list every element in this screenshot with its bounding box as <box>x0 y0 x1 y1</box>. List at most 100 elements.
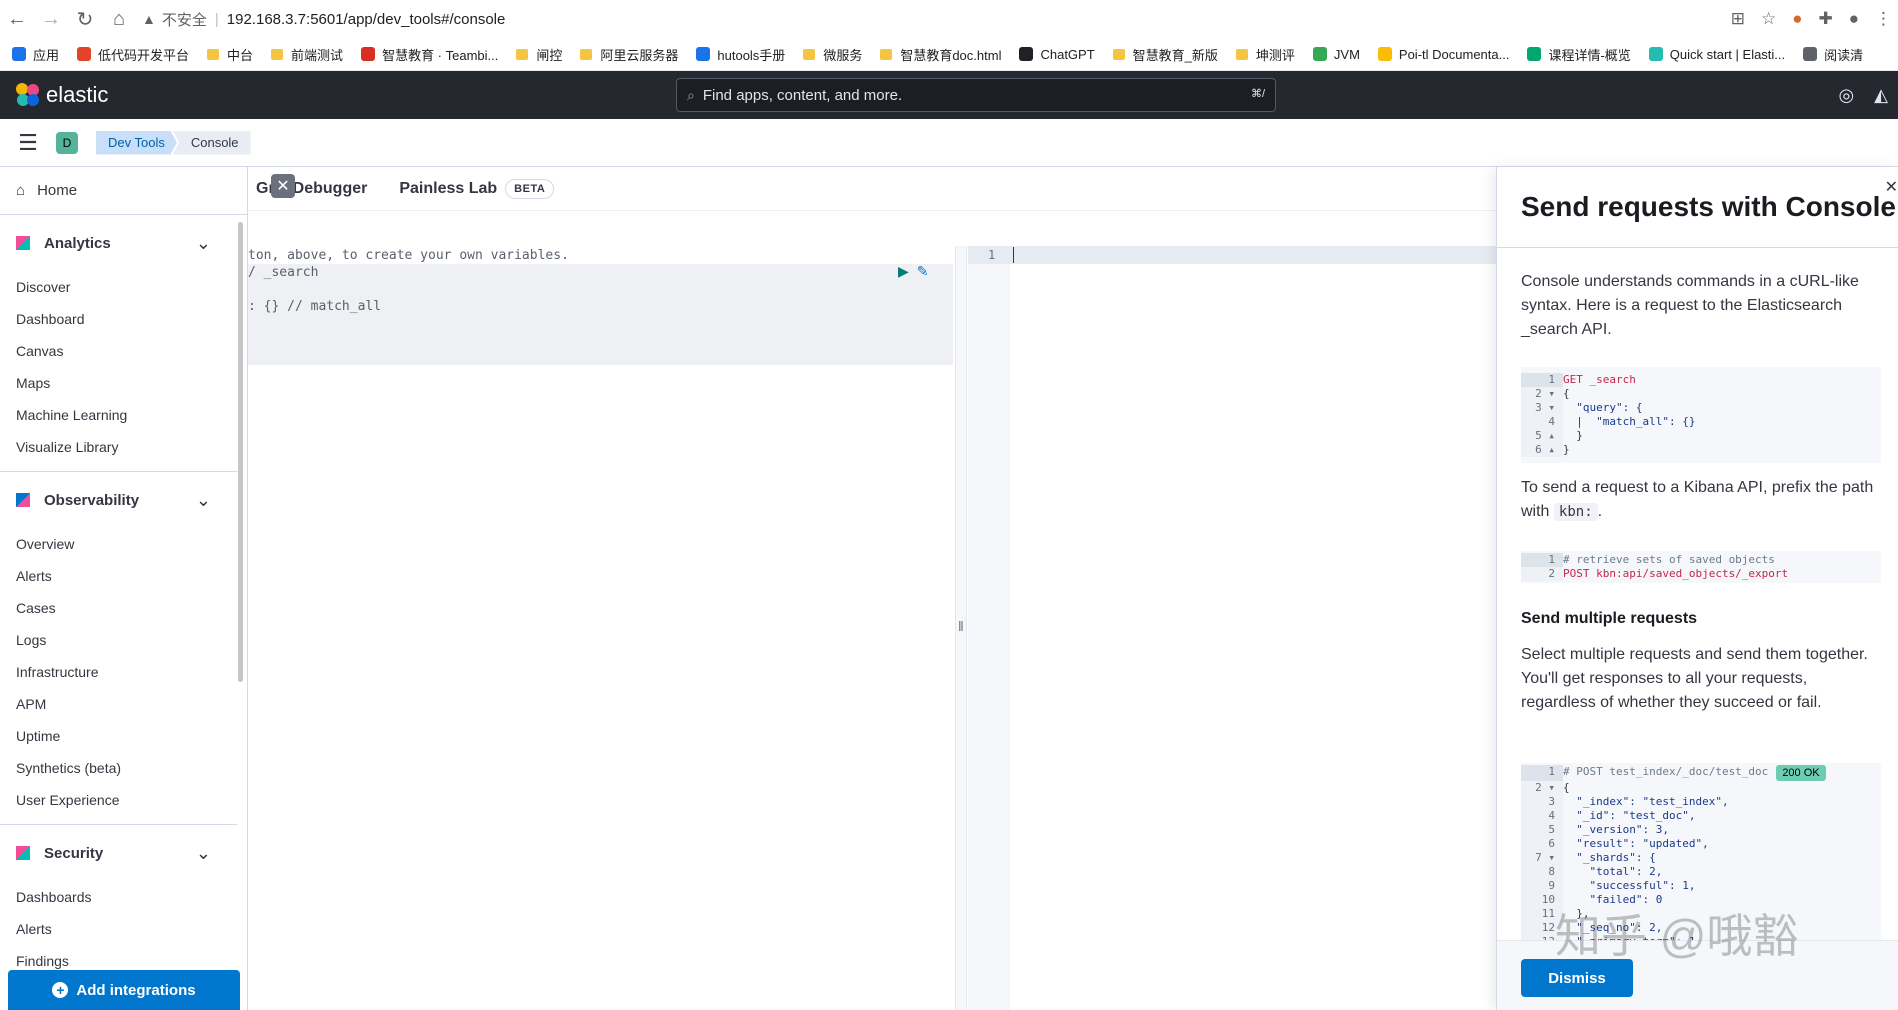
bookmark-item[interactable]: 微服务 <box>803 45 862 64</box>
gitlab-icon <box>77 47 92 61</box>
bookmark-item[interactable]: Poi-tl Documenta... <box>1377 47 1509 62</box>
translate-icon[interactable]: ⊞ <box>1731 9 1745 29</box>
sidebar-item-infrastructure[interactable]: Infrastructure <box>0 656 247 688</box>
profile-icon[interactable]: ● <box>1849 9 1859 29</box>
code-line-number: 2 ▾ <box>1521 387 1563 401</box>
close-icon[interactable]: ✕ <box>271 174 295 198</box>
bookmark-item[interactable]: JVM <box>1312 47 1360 62</box>
code-line: 8 "total": 2, <box>1521 865 1881 879</box>
url-text[interactable]: 192.168.3.7:5601/app/dev_tools#/console <box>227 11 506 28</box>
code-line-text: "_id": "test_doc", <box>1563 809 1696 822</box>
sidebar-item-maps[interactable]: Maps <box>0 367 247 399</box>
pane-resizer[interactable]: ‖ <box>955 246 967 1010</box>
back-icon[interactable]: ← <box>0 0 34 38</box>
tab-painless-lab[interactable]: Painless Lab BETA <box>399 178 555 199</box>
reload-icon[interactable]: ↻ <box>68 0 102 38</box>
bookmark-item[interactable]: 前端测试 <box>271 45 343 64</box>
sidebar-item-logs[interactable]: Logs <box>0 624 247 656</box>
folder-icon <box>1235 48 1248 60</box>
close-icon[interactable]: ✕ <box>1885 177 1898 197</box>
nav-group-security[interactable]: Security ⌄ <box>0 825 247 881</box>
watermark: 知乎 @哦豁 <box>1555 910 1799 962</box>
bookmark-item[interactable]: Quick start | Elasti... <box>1648 47 1785 62</box>
code-line-text: | "match_all": {} <box>1563 415 1696 428</box>
sidebar-item-canvas[interactable]: Canvas <box>0 335 247 367</box>
sidebar-item-overview[interactable]: Overview <box>0 528 247 560</box>
bookmark-item[interactable]: 阿里云服务器 <box>580 45 678 64</box>
sidebar-item-dashboards[interactable]: Dashboards <box>0 881 247 913</box>
dev-tools-tabs: Gr Debugger Painless Lab BETA <box>248 167 1496 211</box>
sidebar-item-user-experience[interactable]: User Experience <box>0 784 247 816</box>
code-line-text: "query": { <box>1563 401 1643 414</box>
play-icon[interactable]: ▶ <box>898 263 909 280</box>
breadcrumb-bar: ☰ D Dev Tools Console <box>0 119 1898 167</box>
bookmark-item[interactable]: 应用 <box>12 45 59 64</box>
analytics-logo-icon <box>16 236 30 250</box>
wrench-icon[interactable]: ✎ <box>917 263 929 280</box>
forward-icon[interactable]: → <box>34 0 68 38</box>
space-avatar[interactable]: D <box>56 131 78 154</box>
sidebar-item-apm[interactable]: APM <box>0 688 247 720</box>
code-line-text: "total": 2, <box>1563 865 1663 878</box>
bookmark-item[interactable]: 中台 <box>207 45 253 64</box>
bookmark-item[interactable]: 智慧教育doc.html <box>880 45 1001 64</box>
code-line-text: } <box>1563 443 1570 456</box>
home-icon[interactable]: ⌂ <box>102 0 136 38</box>
bookmark-item[interactable]: 阅读清 <box>1803 45 1863 64</box>
home-icon: ⌂ <box>16 182 26 199</box>
bookmark-item[interactable]: 智慧教育 · Teambi... <box>361 45 498 64</box>
bookmark-label: 阿里云服务器 <box>600 47 679 63</box>
hamburger-menu-icon[interactable]: ☰ <box>0 130 56 156</box>
nav-group-observability[interactable]: Observability ⌄ <box>0 472 247 528</box>
sidebar-scrollbar[interactable] <box>238 222 243 682</box>
sidebar-item-cases[interactable]: Cases <box>0 592 247 624</box>
sidebar-item-alerts[interactable]: Alerts <box>0 913 247 945</box>
code-line: 4 | "match_all": {} <box>1521 415 1881 429</box>
code-line: 2 ▾{ <box>1521 781 1881 795</box>
code-line: 9 "successful": 1, <box>1521 879 1881 893</box>
global-search-input[interactable]: ⌕ Find apps, content, and more. ⌘/ <box>676 78 1276 112</box>
bookmark-item[interactable]: 坤测评 <box>1235 45 1295 64</box>
nav-home[interactable]: ⌂ Home <box>0 167 247 215</box>
chevron-down-icon[interactable]: ⌄ <box>196 490 211 511</box>
bookmark-item[interactable]: ChatGPT <box>1019 47 1095 62</box>
chevron-down-icon[interactable]: ⌄ <box>196 233 211 254</box>
sidebar-item-visualize-library[interactable]: Visualize Library <box>0 431 247 463</box>
elastic-logo[interactable]: elastic <box>16 82 108 108</box>
sidebar-item-dashboard[interactable]: Dashboard <box>0 303 247 335</box>
code-line: 5 "_version": 3, <box>1521 823 1881 837</box>
menu-icon[interactable]: ⋮ <box>1875 9 1892 29</box>
console-editor[interactable]: ton, above, to create your own variables… <box>248 246 953 1010</box>
code-line-number: 1 <box>1521 765 1563 781</box>
chevron-down-icon[interactable]: ⌄ <box>196 843 211 864</box>
address-bar[interactable]: ▲ 不安全 | 192.168.3.7:5601/app/dev_tools#/… <box>142 4 505 34</box>
sidebar-item-uptime[interactable]: Uptime <box>0 720 247 752</box>
folder-icon <box>880 48 893 60</box>
puzzle-icon[interactable]: ✚ <box>1818 9 1832 29</box>
nav-group-title: Security <box>44 844 104 862</box>
sidebar-item-discover[interactable]: Discover <box>0 271 247 303</box>
bookmark-item[interactable]: 闸控 <box>516 45 562 64</box>
bookmark-item[interactable]: 低代码开发平台 <box>77 45 189 64</box>
nav-group-analytics[interactable]: Analytics ⌄ <box>0 215 247 271</box>
sidebar-item-machine-learning[interactable]: Machine Learning <box>0 399 247 431</box>
code-line-number: 3 ▾ <box>1521 401 1563 415</box>
grip-icon: ‖ <box>958 618 964 634</box>
user-icon[interactable]: ◭ <box>1874 85 1888 106</box>
sidebar-item-synthetics-beta[interactable]: Synthetics (beta) <box>0 752 247 784</box>
console-output[interactable]: 1 <box>968 246 1496 1010</box>
sidebar-item-alerts[interactable]: Alerts <box>0 560 247 592</box>
extension-tiger-icon[interactable]: ● <box>1792 9 1802 29</box>
help-icon[interactable]: ◎ <box>1838 85 1854 106</box>
star-icon[interactable]: ☆ <box>1761 9 1776 29</box>
bookmark-item[interactable]: 课程详情-概览 <box>1527 45 1631 64</box>
observability-logo-icon <box>16 493 30 507</box>
breadcrumb-dev-tools[interactable]: Dev Tools <box>96 130 177 155</box>
bookmark-item[interactable]: 智慧教育_新版 <box>1112 45 1218 64</box>
kibana-header: elastic ⌕ Find apps, content, and more. … <box>0 71 1898 119</box>
flyout-multiple-text: Select multiple requests and send them t… <box>1521 646 1868 711</box>
logo-text: elastic <box>46 82 109 107</box>
code-line-number: 8 <box>1521 865 1563 879</box>
add-integrations-button[interactable]: + Add integrations <box>8 970 240 1010</box>
bookmark-item[interactable]: hutools手册 <box>696 45 785 64</box>
